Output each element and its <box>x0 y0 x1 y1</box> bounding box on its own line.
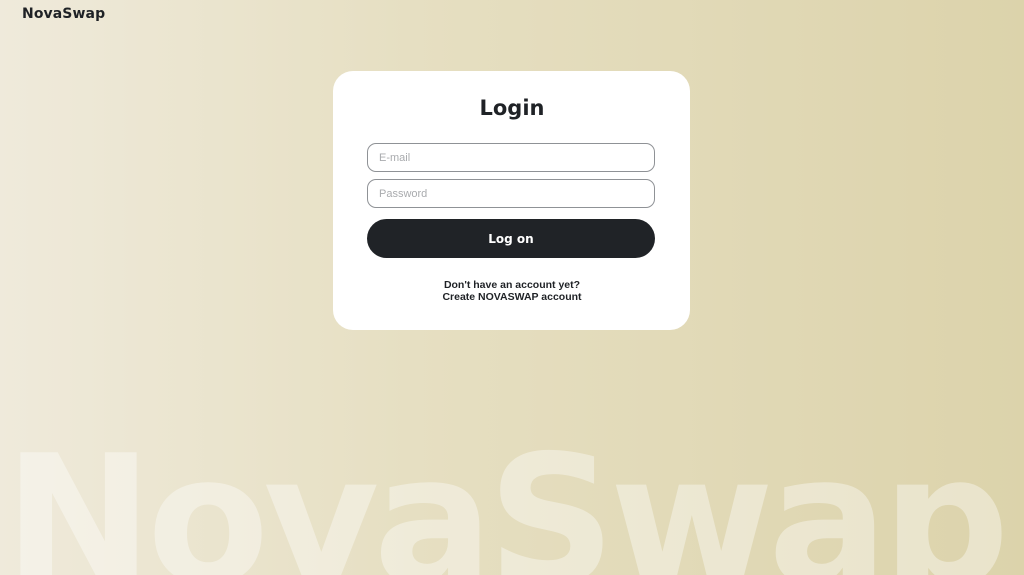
password-input[interactable] <box>367 179 655 208</box>
background-watermark: NovaSwap <box>4 432 1010 575</box>
email-input[interactable] <box>367 143 655 172</box>
create-account-link[interactable]: Create NOVASWAP account <box>442 291 581 303</box>
log-on-button[interactable]: Log on <box>367 219 655 258</box>
create-account-link-row: Create NOVASWAP account <box>0 291 1024 303</box>
login-title: Login <box>479 96 545 120</box>
brand-logo[interactable]: NovaSwap <box>22 6 105 22</box>
signup-prompt-text: Don't have an account yet? <box>443 279 581 291</box>
